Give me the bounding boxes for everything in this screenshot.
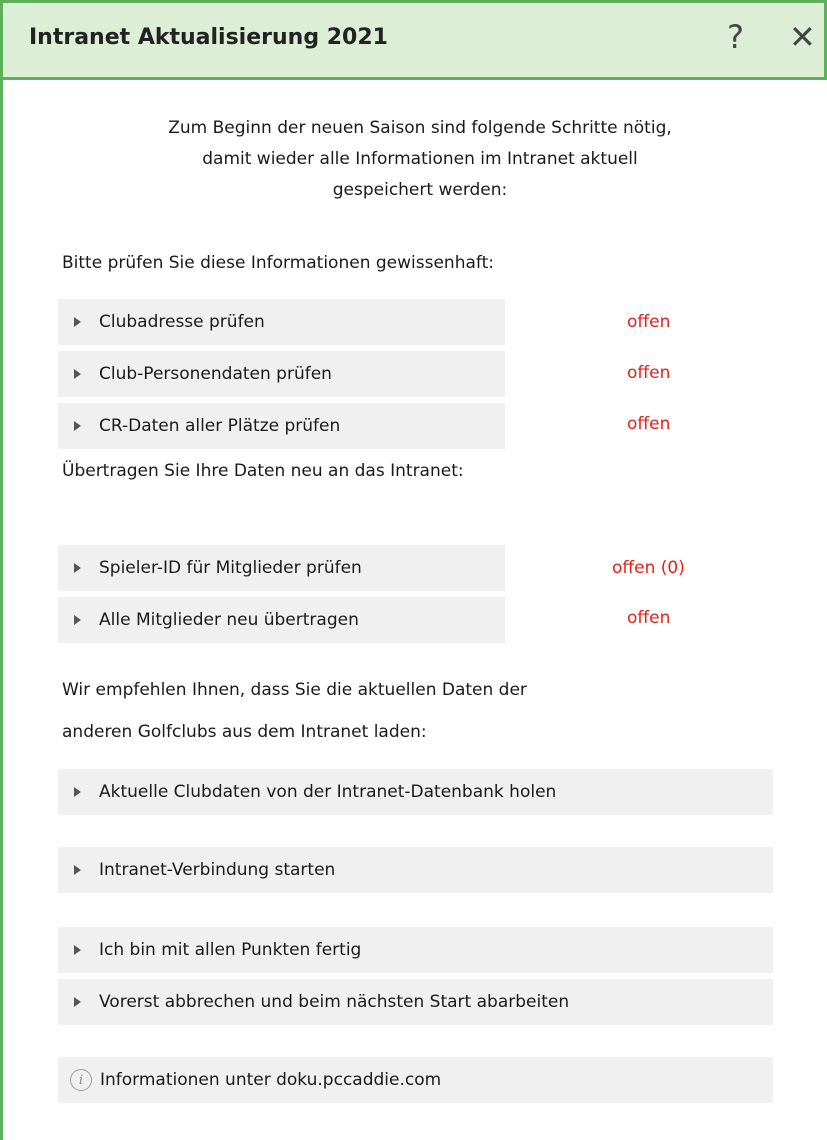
expand-triangle-icon [74, 787, 81, 797]
expand-triangle-icon [74, 945, 81, 955]
item-label: Clubadresse prüfen [99, 312, 265, 332]
cancel-later-button[interactable]: Vorerst abbrechen und beim nächsten Star… [58, 979, 773, 1025]
item-label: Aktuelle Clubdaten von der Intranet-Date… [99, 782, 557, 802]
intro-text: Zum Beginn der neuen Saison sind folgend… [100, 113, 740, 206]
item-label: Informationen unter doku.pccaddie.com [100, 1070, 442, 1090]
item-label: Spieler-ID für Mitglieder prüfen [99, 558, 362, 578]
check-player-id-button[interactable]: Spieler-ID für Mitglieder prüfen [58, 545, 505, 591]
check-club-address-button[interactable]: Clubadresse prüfen [58, 299, 505, 345]
status-player-id: offen (0) [612, 558, 685, 578]
section-recommend-label-1: Wir empfehlen Ihnen, dass Sie die aktuel… [62, 680, 527, 700]
expand-triangle-icon [74, 369, 81, 379]
expand-triangle-icon [74, 865, 81, 875]
dialog-title: Intranet Aktualisierung 2021 [29, 25, 388, 50]
done-button[interactable]: Ich bin mit allen Punkten fertig [58, 927, 773, 973]
item-label: Intranet-Verbindung starten [99, 860, 336, 880]
expand-triangle-icon [74, 317, 81, 327]
title-bar: Intranet Aktualisierung 2021 ? ✕ [0, 0, 827, 80]
fetch-club-data-button[interactable]: Aktuelle Clubdaten von der Intranet-Date… [58, 769, 773, 815]
close-icon[interactable]: ✕ [789, 17, 816, 57]
intro-line-2: damit wieder alle Informationen im Intra… [202, 149, 638, 169]
item-label: Vorerst abbrechen und beim nächsten Star… [99, 992, 570, 1012]
item-label: Ich bin mit allen Punkten fertig [99, 940, 362, 960]
item-label: Alle Mitglieder neu übertragen [99, 610, 359, 630]
info-icon: i [70, 1069, 92, 1091]
status-club-address: offen [627, 312, 671, 332]
check-cr-data-button[interactable]: CR-Daten aller Plätze prüfen [58, 403, 505, 449]
item-label: CR-Daten aller Plätze prüfen [99, 416, 341, 436]
intro-line-1: Zum Beginn der neuen Saison sind folgend… [168, 118, 672, 138]
expand-triangle-icon [74, 421, 81, 431]
section-transfer-label: Übertragen Sie Ihre Daten neu an das Int… [62, 461, 464, 481]
intro-line-3: gespeichert werden: [332, 180, 508, 200]
start-intranet-connection-button[interactable]: Intranet-Verbindung starten [58, 847, 773, 893]
status-transfer-members: offen [627, 608, 671, 628]
section-check-label: Bitte prüfen Sie diese Informationen gew… [62, 253, 494, 273]
status-cr-data: offen [627, 414, 671, 434]
status-club-persons: offen [627, 363, 671, 383]
help-icon[interactable]: ? [727, 17, 744, 57]
check-club-persons-button[interactable]: Club-Personendaten prüfen [58, 351, 505, 397]
section-recommend-label-2: anderen Golfclubs aus dem Intranet laden… [62, 722, 427, 742]
expand-triangle-icon [74, 563, 81, 573]
expand-triangle-icon [74, 615, 81, 625]
transfer-members-button[interactable]: Alle Mitglieder neu übertragen [58, 597, 505, 643]
expand-triangle-icon [74, 997, 81, 1007]
item-label: Club-Personendaten prüfen [99, 364, 332, 384]
info-link-button[interactable]: i Informationen unter doku.pccaddie.com [58, 1057, 773, 1103]
